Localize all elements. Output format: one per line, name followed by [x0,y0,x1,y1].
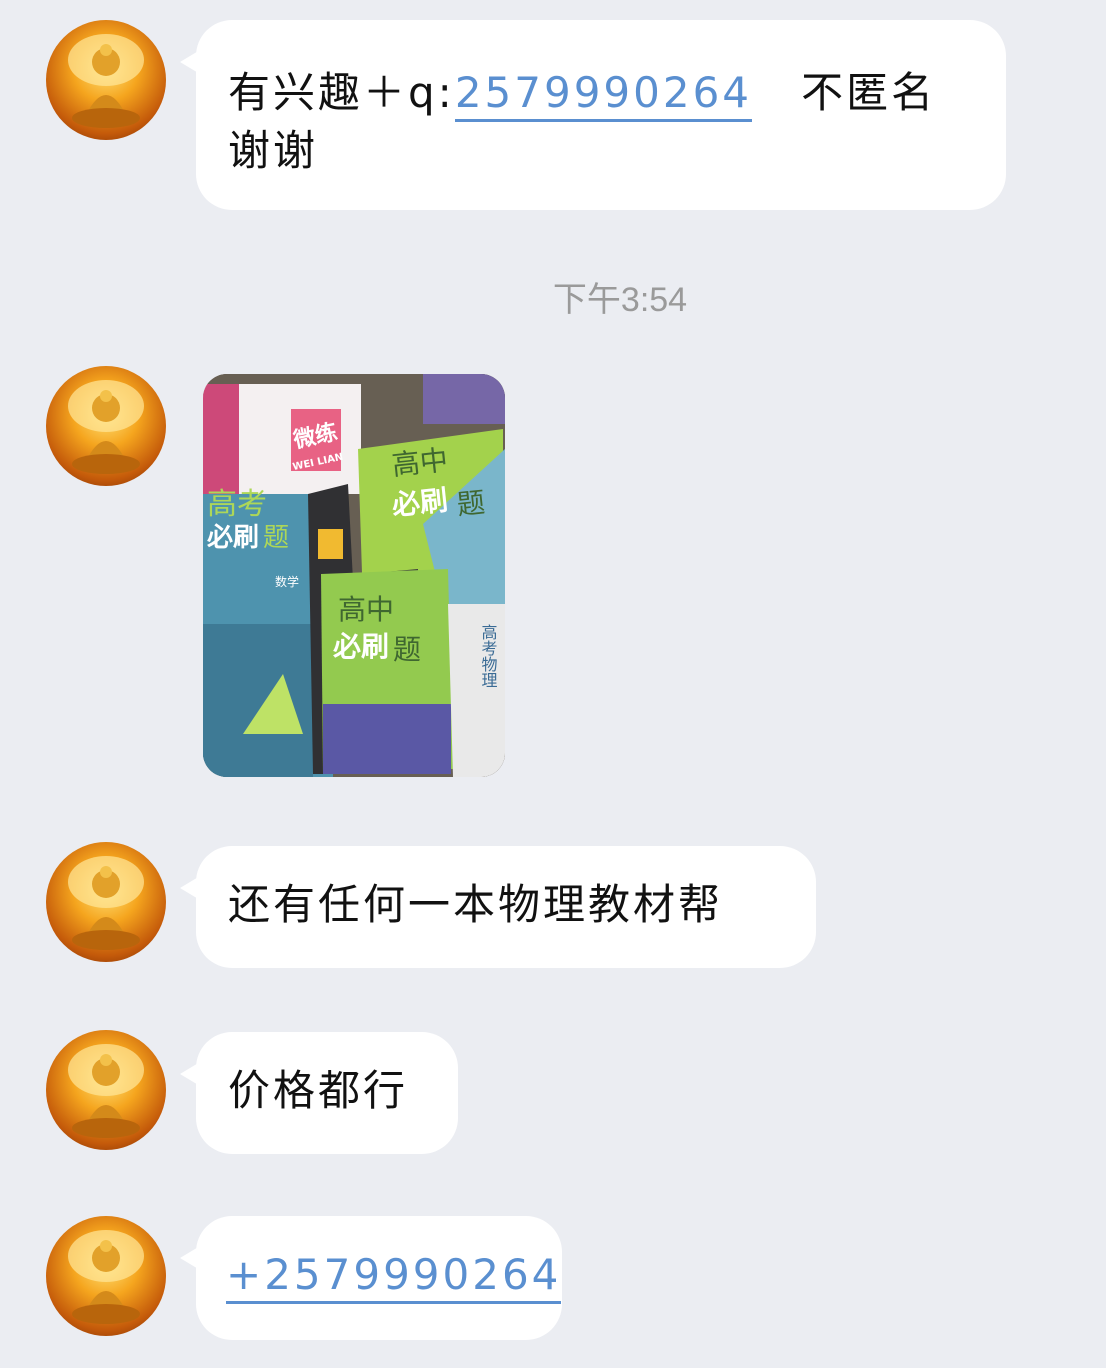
message-bubble-1[interactable]: 有兴趣＋q:2579990264 不匿名 谢谢 [180,20,1006,210]
message-bubble-3[interactable]: 还有任何一本物理教材帮 [180,846,816,968]
message-bubble-4[interactable]: 价格都行 [180,1032,458,1154]
message-text: 还有任何一本物理教材帮 [228,880,724,929]
sender-avatar[interactable] [46,20,166,140]
buddha-avatar-icon [68,1230,144,1324]
sender-avatar[interactable] [46,1030,166,1150]
buddha-avatar-icon [68,380,144,474]
buddha-avatar-icon [68,856,144,950]
message-text: 不匿名 [752,68,937,117]
buddha-avatar-icon [68,1044,144,1138]
message-timestamp: 下午3:54 [552,281,688,319]
sender-avatar[interactable] [46,842,166,962]
message-text: 谢谢 [228,126,319,175]
photo-message[interactable]: 微练 WEI LIAN 高中 必刷 题 高考 必刷 题 高中 必刷 题 高考物理… [203,374,505,777]
sender-avatar[interactable] [46,1216,166,1336]
sender-avatar[interactable] [46,366,166,486]
message-bubble-5[interactable]: +2579990264 [180,1216,562,1340]
message-text: 价格都行 [228,1066,409,1115]
qq-number-link[interactable]: 2579990264 [454,68,753,122]
buddha-avatar-icon [68,34,144,128]
message-text: 有兴趣＋q: [228,68,455,117]
books-photo: 微练 WEI LIAN 高中 必刷 题 高考 必刷 题 高中 必刷 题 高考物理… [203,374,505,777]
qq-number-link[interactable]: +2579990264 [226,1250,562,1304]
chat-window: 有兴趣＋q:2579990264 不匿名 谢谢 下午3:54 微练 WEI LI… [0,0,1106,1368]
